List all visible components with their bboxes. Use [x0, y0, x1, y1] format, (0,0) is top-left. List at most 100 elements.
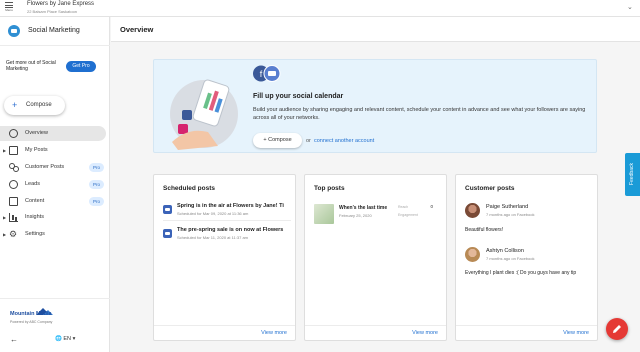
hero-compose-button[interactable]: + Compose	[253, 133, 302, 148]
facebook-page-icon	[163, 205, 172, 214]
menu-icon	[5, 2, 13, 8]
stat-label: Reach	[398, 205, 409, 209]
sidebar-item-label: Overview	[25, 130, 48, 136]
caret-right-icon: ▶	[3, 148, 7, 153]
customer-posts-card: Customer posts Paige Sutherland 7 months…	[455, 174, 598, 341]
sidebar: Social Marketing Get more out of Social …	[0, 17, 110, 352]
sidebar-item-label: Settings	[25, 231, 45, 237]
language-label: EN	[63, 336, 72, 342]
business-address: 22 Balsam Place Saskatoon	[27, 9, 78, 14]
scheduled-post-item[interactable]: Spring is in the air at Flowers by Jane!…	[163, 203, 289, 221]
hero-banner: f Fill up your social calendar Build you…	[153, 59, 597, 153]
back-arrow-icon[interactable]: ←	[10, 335, 18, 344]
bar-chart-icon	[9, 213, 18, 222]
phone-illustration	[170, 79, 238, 150]
customer-post-meta: 7 months ago on Facebook	[486, 256, 535, 261]
main-header: Overview	[111, 17, 640, 42]
customer-name: Paige Sutherland	[486, 204, 529, 210]
promo-text: Get more out of Social Marketing	[6, 60, 56, 72]
page-title: Overview	[120, 25, 154, 34]
post-thumbnail[interactable]	[314, 204, 334, 224]
get-pro-button[interactable]: Get Pro	[66, 61, 96, 72]
facebook-page-icon	[163, 229, 172, 238]
hero-compose-label: Compose	[268, 137, 292, 143]
scheduled-post-date: Scheduled for Mar 11, 2020 at 11:37 am	[177, 235, 249, 240]
brand-powered-by: Powered by ABC Company	[10, 320, 53, 324]
social-accounts-icon: f	[253, 65, 281, 82]
language-selector[interactable]: 🌐 EN ▾	[55, 336, 75, 342]
gear-icon: ⚙	[9, 229, 18, 239]
sidebar-item-label: Customer Posts	[25, 164, 65, 170]
card-footer: View more	[305, 325, 446, 340]
target-icon	[9, 180, 18, 189]
sidebar-title: Social Marketing	[28, 27, 80, 34]
connect-account-link[interactable]: connect another account	[314, 138, 374, 144]
sidebar-item-label: My Posts	[25, 147, 48, 153]
customer-name: Ashtyn Collison	[486, 248, 524, 254]
hero-or-text: or	[306, 138, 311, 144]
sidebar-item-overview[interactable]: Overview	[0, 126, 106, 141]
chevron-down-icon[interactable]: ⌄	[627, 3, 633, 11]
document-icon	[9, 146, 18, 155]
compose-button[interactable]: + Compose	[4, 96, 65, 115]
compose-label: Compose	[26, 102, 52, 108]
sidebar-divider	[0, 298, 110, 299]
pro-badge: Pro	[89, 163, 104, 172]
compose-fab-button[interactable]	[606, 318, 628, 340]
globe-icon: 🌐	[55, 336, 62, 342]
customer-post-body: Everything I plant dies :( Do you guys h…	[465, 270, 577, 276]
sidebar-item-leads[interactable]: Leads Pro	[0, 177, 106, 192]
main-content: Overview f Fill up your social calendar …	[111, 17, 640, 352]
caret-right-icon: ▶	[3, 232, 7, 237]
stat-value: 0	[430, 204, 433, 209]
scheduled-post-date: Scheduled for Mar 09, 2020 at 11:36 am	[177, 211, 249, 216]
top-bar: Menu Flowers by Jane Express 22 Balsam P…	[0, 0, 640, 17]
menu-button[interactable]: Menu	[2, 1, 16, 16]
content-icon	[9, 197, 18, 206]
avatar	[465, 247, 480, 262]
caret-right-icon: ▶	[3, 215, 7, 220]
card-title: Scheduled posts	[163, 185, 216, 192]
caret-down-icon: ▾	[72, 336, 76, 342]
brand-name: Mountain Media	[10, 311, 52, 317]
scheduled-posts-card: Scheduled posts Spring is in the air at …	[153, 174, 296, 341]
feedback-label: Feedback	[629, 163, 635, 185]
menu-label: Menu	[5, 8, 13, 12]
avatar	[465, 203, 480, 218]
sidebar-item-content[interactable]: Content Pro	[0, 194, 106, 209]
sidebar-header: Social Marketing	[0, 17, 110, 46]
feedback-tab[interactable]: Feedback	[625, 153, 640, 196]
pencil-icon	[613, 325, 621, 333]
business-name[interactable]: Flowers by Jane Express	[27, 1, 94, 7]
sidebar-item-customer-posts[interactable]: Customer Posts Pro	[0, 160, 106, 175]
view-more-link[interactable]: View more	[412, 330, 438, 336]
stat-label: Engagement	[398, 213, 418, 217]
sidebar-item-my-posts[interactable]: ▶ My Posts	[0, 143, 106, 158]
card-title: Customer posts	[465, 185, 515, 192]
sidebar-item-settings[interactable]: ▶ ⚙ Settings	[0, 227, 106, 242]
top-posts-card: Top posts When's the last time February …	[304, 174, 447, 341]
hero-description: Build your audience by sharing engaging …	[253, 107, 586, 121]
top-post-stats: Reach 0 Engagement	[396, 203, 436, 223]
top-post-date: February 25, 2020	[339, 213, 372, 218]
sidebar-item-insights[interactable]: ▶ Insights	[0, 210, 106, 225]
card-footer: View more	[456, 325, 597, 340]
scheduled-post-text: Spring is in the air at Flowers by Jane!…	[177, 203, 284, 209]
compass-icon	[9, 129, 18, 138]
customer-post-meta: 7 months ago on Facebook	[486, 212, 535, 217]
pro-badge: Pro	[89, 197, 104, 206]
customer-post-body: Beautiful flowers!	[465, 227, 504, 233]
pro-badge: Pro	[89, 180, 104, 189]
card-title: Top posts	[314, 185, 345, 192]
card-footer: View more	[154, 325, 295, 340]
view-more-link[interactable]: View more	[261, 330, 287, 336]
view-more-link[interactable]: View more	[563, 330, 589, 336]
top-post-text[interactable]: When's the last time	[339, 205, 395, 211]
people-icon	[9, 163, 19, 172]
sidebar-item-label: Insights	[25, 214, 44, 220]
social-marketing-logo-icon	[8, 25, 20, 37]
divider	[163, 220, 291, 221]
scheduled-post-item[interactable]: The pre-spring sale is on now at Flowers…	[163, 227, 289, 245]
plus-icon: +	[12, 100, 18, 110]
scheduled-post-text: The pre-spring sale is on now at Flowers	[177, 227, 284, 233]
